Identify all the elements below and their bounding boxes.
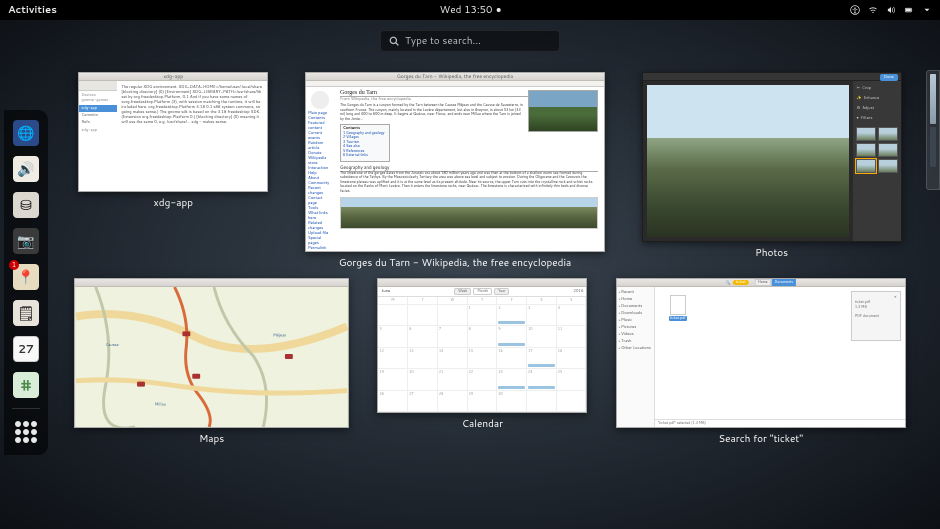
show-applications-button[interactable]: [11, 417, 41, 447]
window-title: Search for "ticket": [719, 432, 804, 446]
window-title: Maps: [199, 432, 224, 446]
workspace-thumb[interactable]: [930, 74, 936, 124]
window-title: xdg-app: [154, 196, 193, 210]
titlebar: xdg-app: [79, 73, 267, 81]
window-thumb[interactable]: Causse Méjean Millau: [74, 278, 349, 428]
tool-crop: ✂ Crop: [856, 84, 898, 92]
apps-grid-icon: [15, 421, 37, 443]
window-title: Calendar: [462, 417, 503, 431]
window-thumb[interactable]: 🔍 ticket HomeDocuments RecentHomeDocumen…: [616, 278, 906, 428]
dash-app-disks[interactable]: ⛁: [11, 190, 41, 220]
window-thumb[interactable]: Gorges du Tarn - Wikipedia, the free enc…: [305, 72, 605, 252]
chevron-down-icon: [922, 5, 932, 15]
window-calendar[interactable]: June Week Month Year 2016 MTWTFSS1234567…: [377, 278, 587, 446]
workspace-thumb[interactable]: [930, 127, 936, 167]
window-thumb[interactable]: xdg-app Devicesgnome-games xdg-app Commi…: [78, 72, 268, 192]
badge-icon: 1: [9, 260, 19, 270]
battery-icon: [904, 5, 914, 15]
window-thumb[interactable]: June Week Month Year 2016 MTWTFSS1234567…: [377, 278, 587, 413]
titlebar: Done: [643, 73, 901, 81]
accessibility-icon: [850, 5, 860, 15]
window-title: Gorges du Tarn - Wikipedia, the free enc…: [339, 256, 572, 270]
search-placeholder: Type to search...: [405, 34, 481, 48]
dash-app-music[interactable]: 🔊: [11, 154, 41, 184]
file-properties: ✕ ticket.pdf 1.3 MB PDF document: [851, 291, 901, 341]
clock[interactable]: Wed 13:50: [440, 3, 501, 17]
overview-search[interactable]: Type to search...: [380, 30, 560, 52]
dash-app-calendar[interactable]: 27: [11, 334, 41, 364]
dash-app-web[interactable]: 🌐: [11, 118, 41, 148]
svg-text:Méjean: Méjean: [273, 332, 286, 338]
dash: 🌐 🔊 ⛁ 📷 1📍 🗒 27 #: [4, 110, 48, 455]
titlebar: 🔍 ticket HomeDocuments: [617, 279, 905, 287]
tool-adjust: ⚙ Adjust: [856, 104, 898, 112]
window-photos[interactable]: Done ✂ Crop ✨ Enhance ⚙ Adjust ▾ Filters: [642, 72, 902, 270]
photo-canvas: [647, 85, 849, 237]
svg-text:Millau: Millau: [155, 402, 166, 407]
activities-button[interactable]: Activities: [8, 3, 57, 17]
notification-dot-icon: [496, 8, 500, 12]
dash-app-todo[interactable]: 🗒: [11, 298, 41, 328]
top-bar: Activities Wed 13:50: [0, 0, 940, 20]
system-status-area[interactable]: [850, 5, 932, 15]
volume-icon: [886, 5, 896, 15]
window-xdg-app[interactable]: xdg-app Devicesgnome-games xdg-app Commi…: [78, 72, 268, 270]
window-maps[interactable]: Causse Méjean Millau Maps: [74, 278, 349, 446]
dash-app-maps[interactable]: 1📍: [11, 262, 41, 292]
svg-text:Causse: Causse: [106, 343, 119, 348]
dash-app-polari[interactable]: #: [11, 370, 41, 400]
window-wikipedia[interactable]: Gorges du Tarn - Wikipedia, the free enc…: [305, 72, 605, 270]
tool-filters: ▾ Filters: [856, 114, 898, 122]
wifi-icon: [868, 5, 878, 15]
file-item: ticket.pdf: [663, 295, 693, 321]
window-files-search[interactable]: 🔍 ticket HomeDocuments RecentHomeDocumen…: [616, 278, 906, 446]
window-thumb[interactable]: Done ✂ Crop ✨ Enhance ⚙ Adjust ▾ Filters: [642, 72, 902, 242]
workspace-switcher[interactable]: [926, 70, 940, 190]
dash-app-camera[interactable]: 📷: [11, 226, 41, 256]
tool-enhance: ✨ Enhance: [856, 94, 898, 102]
dash-separator: [12, 408, 40, 409]
window-title: Photos: [755, 246, 788, 260]
titlebar: Gorges du Tarn - Wikipedia, the free enc…: [306, 73, 604, 81]
titlebar: [75, 279, 348, 287]
search-icon: [389, 36, 399, 46]
window-overview: xdg-app Devicesgnome-games xdg-app Commi…: [60, 72, 920, 519]
titlebar: [378, 279, 586, 287]
